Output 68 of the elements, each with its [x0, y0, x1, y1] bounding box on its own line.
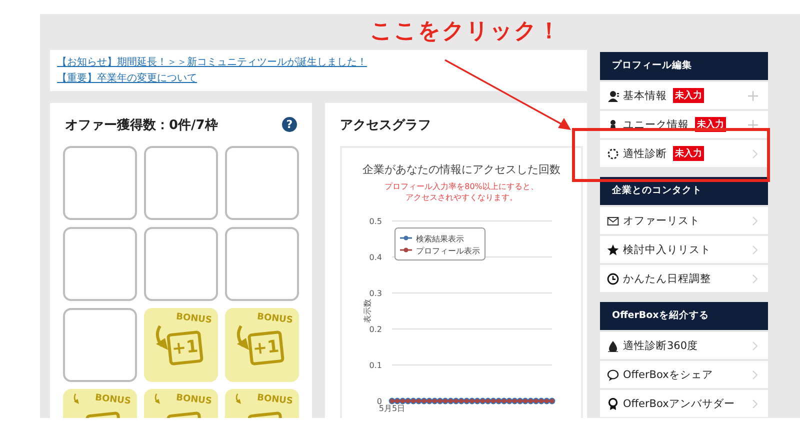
sidebar-item[interactable]: OfferBoxアンバサダー: [600, 390, 768, 417]
chart-note: プロフィール入力率を80%以上にすると、: [384, 181, 538, 192]
sidebar-item[interactable]: オファーリスト: [600, 207, 768, 234]
bonus-label: BONUS: [176, 393, 212, 407]
y-tick-label: 0.3: [369, 289, 382, 298]
chevron-right-icon: [752, 398, 758, 408]
sidebar-item[interactable]: 検討中入りリスト: [600, 236, 768, 263]
star-icon: [607, 244, 619, 256]
legend-marker: [400, 236, 412, 240]
status-badge: 未入力: [673, 88, 704, 103]
y-tick-label: 0.4: [369, 253, 382, 262]
bonus-label: BONUS: [94, 393, 132, 407]
notice-link[interactable]: 【重要】卒業年の変更について: [57, 72, 197, 85]
section-header: OfferBoxを紹介する: [600, 302, 768, 330]
speech-bubble-icon: [607, 368, 619, 380]
item-label: 検討中入りリスト: [623, 242, 711, 256]
sidebar-item[interactable]: 適性診断360度: [600, 332, 768, 359]
x-date-label: 5月5日: [378, 404, 406, 413]
sidebar-item[interactable]: 基本情報 未入力: [600, 82, 768, 109]
chevron-right-icon: [752, 148, 758, 158]
bonus-label: BONUS: [256, 393, 294, 407]
bonus-value: +1: [252, 338, 280, 358]
sidebar-item[interactable]: かんたん日程調整: [600, 265, 768, 292]
notice-link[interactable]: 【お知らせ】期間延長！＞＞新コミュニティツールが誕生しました！: [57, 56, 367, 69]
chevron-right-icon: [752, 244, 758, 254]
item-label: オファーリスト: [623, 214, 700, 228]
legend-marker: [400, 248, 412, 252]
y-tick-label: 0: [376, 397, 382, 406]
y-tick-label: 0.1: [369, 361, 382, 370]
chevron-right-icon: [752, 274, 758, 284]
annotation-text: ここをクリック！: [370, 18, 561, 46]
chart-title: 企業があなたの情報にアクセスした回数: [362, 162, 560, 177]
y-tick-label: 0.2: [369, 325, 382, 334]
item-label: OfferBoxをシェア: [623, 368, 713, 382]
item-label: かんたん日程調整: [623, 272, 711, 286]
chart-note: アクセスされやすくなります。: [406, 192, 518, 203]
y-axis-label: 表示数: [363, 299, 372, 323]
sidebar-item[interactable]: OfferBoxをシェア: [600, 361, 768, 388]
item-label: 適性診断: [623, 146, 667, 160]
curved-arrow-icon: [235, 393, 241, 404]
flame-icon: [607, 340, 619, 352]
bonus-value: +1: [171, 338, 199, 358]
item-label: OfferBoxアンバサダー: [623, 396, 735, 410]
offer-count-title: オファー獲得数：0件/7枠: [65, 116, 218, 134]
curved-arrow-icon: [73, 393, 79, 404]
sidebar-item[interactable]: 適性診断 未入力: [600, 140, 768, 167]
bonus-label: BONUS: [176, 312, 212, 326]
person-icon: [607, 90, 619, 102]
clock-icon: [607, 272, 619, 284]
ribbon-award-icon: [607, 398, 619, 410]
graph-title: アクセスグラフ: [340, 116, 431, 134]
legend-label: プロフィール表示: [416, 246, 480, 256]
legend-label: 検索結果表示: [416, 234, 464, 244]
plus-icon: [748, 120, 758, 130]
bonus-label: BONUS: [256, 312, 294, 326]
chevron-right-icon: [752, 340, 758, 350]
y-tick-label: 0.5: [369, 217, 382, 226]
help-icon[interactable]: ?: [282, 117, 297, 132]
plus-icon: [748, 90, 758, 100]
item-label: 適性診断360度: [623, 338, 698, 352]
item-label: 基本情報: [623, 88, 667, 102]
chevron-right-icon: [752, 370, 758, 380]
status-badge: 未入力: [673, 146, 704, 161]
envelope-icon: [607, 214, 619, 226]
section-header: プロフィール編集: [600, 52, 768, 80]
dashed-circle-icon: [607, 148, 619, 160]
chevron-right-icon: [752, 216, 758, 226]
curved-arrow-icon: [154, 393, 160, 404]
